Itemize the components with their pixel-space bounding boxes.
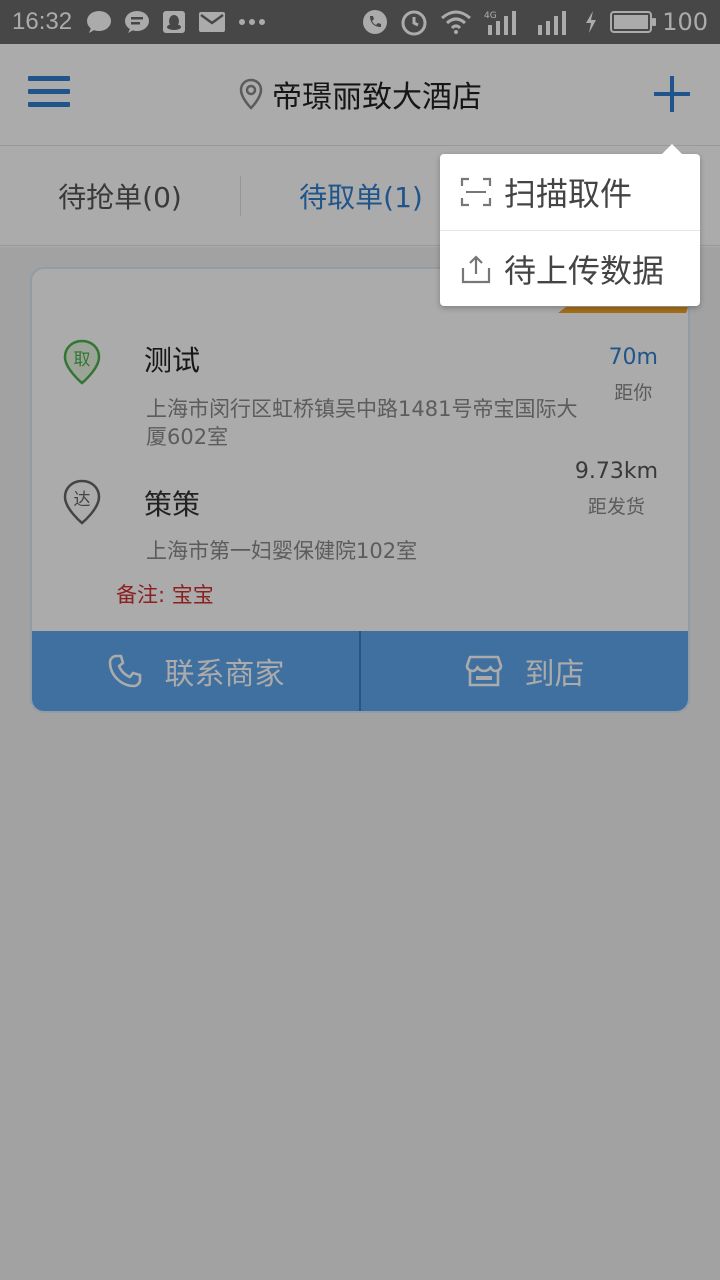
menu-item-scan-pickup[interactable]: 扫描取件 [440, 154, 700, 230]
scan-icon [460, 177, 492, 207]
upload-icon [461, 254, 491, 283]
add-popup-menu: 扫描取件 待上传数据 [440, 144, 700, 306]
menu-item-upload-label: 待上传数据 [504, 251, 665, 290]
menu-item-scan-label: 扫描取件 [504, 175, 633, 213]
menu-item-pending-upload[interactable]: 待上传数据 [440, 230, 700, 306]
